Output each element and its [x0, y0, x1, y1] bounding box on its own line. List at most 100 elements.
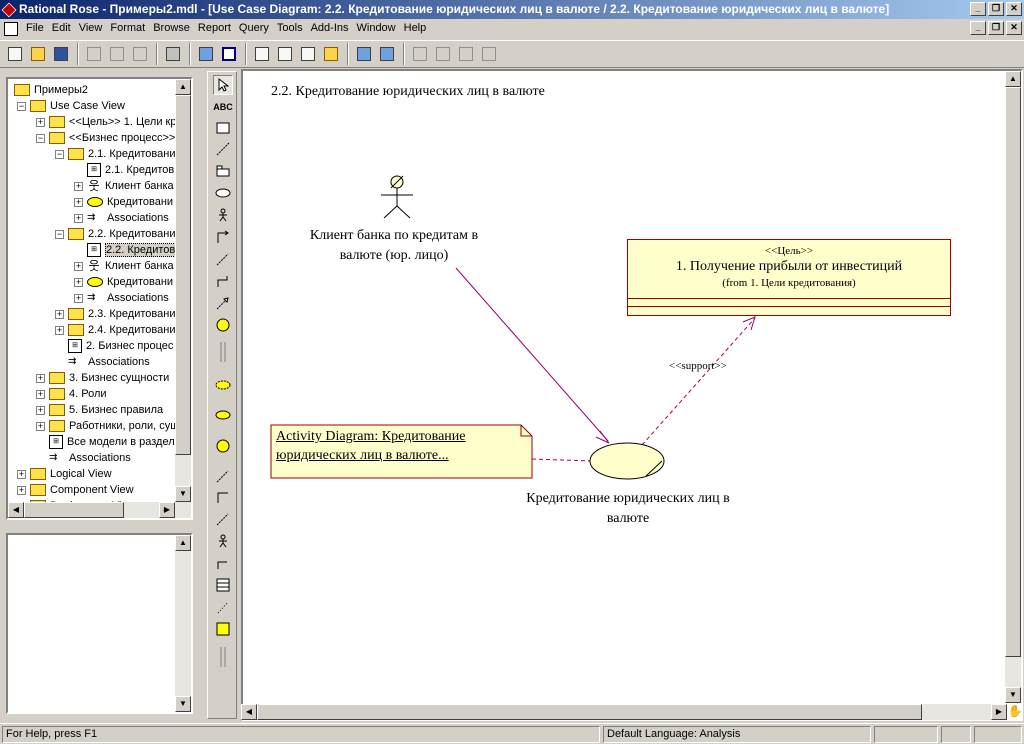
tree-item[interactable]: + ⇉ Associations	[74, 290, 169, 306]
tree-item[interactable]: ⊞ 2.2. Кредитов	[74, 242, 177, 258]
menu-query[interactable]: Query	[235, 19, 273, 38]
tree-item[interactable]: +4. Роли	[36, 386, 107, 402]
collapse-icon[interactable]: −	[55, 229, 64, 239]
menu-view[interactable]: View	[75, 19, 107, 38]
browser-vertical-scrollbar[interactable]: ▲ ▼	[175, 79, 191, 502]
scroll-up-icon[interactable]: ▲	[175, 535, 191, 551]
scroll-down-icon[interactable]: ▼	[1005, 687, 1021, 703]
scroll-right-icon[interactable]: ▶	[991, 704, 1007, 720]
canvas-horizontal-scrollbar[interactable]: ◀ ▶	[241, 704, 1007, 720]
child-minimize-button[interactable]: _	[970, 21, 986, 35]
browse-deployment-diagram-button[interactable]	[320, 43, 342, 65]
doc-vertical-scrollbar[interactable]: ▲ ▼	[175, 535, 191, 712]
fit-in-window-button[interactable]	[455, 43, 477, 65]
note-tool[interactable]	[213, 118, 233, 138]
actor-figure[interactable]	[381, 175, 413, 219]
new-button[interactable]	[4, 43, 26, 65]
collapse-icon[interactable]: −	[55, 149, 64, 159]
tree-item[interactable]: + Component View	[17, 482, 134, 498]
tree-item[interactable]: + Кредитовани	[74, 274, 173, 290]
note-line-2[interactable]: юридических лиц в валюте...	[276, 446, 466, 465]
tree-item[interactable]: + Кредитовани	[74, 194, 173, 210]
expand-icon[interactable]: +	[36, 373, 45, 383]
scroll-thumb[interactable]	[24, 502, 124, 518]
browse-class-diagram-button[interactable]	[251, 43, 273, 65]
use-case-label[interactable]: Кредитование юридических лиц в валюте	[513, 489, 743, 529]
tree-item[interactable]: ⊞ 2. Бизнес процес	[55, 338, 173, 354]
menu-add-ins[interactable]: Add-Ins	[307, 19, 353, 38]
dependency-2-tool[interactable]	[213, 466, 233, 486]
use-case-tool[interactable]	[213, 183, 233, 203]
expand-icon[interactable]: +	[74, 261, 83, 271]
scroll-right-icon[interactable]: ▶	[159, 502, 175, 518]
scroll-left-icon[interactable]: ◀	[241, 704, 257, 720]
scroll-down-icon[interactable]: ▼	[175, 696, 191, 712]
goal-class-box[interactable]: <<Цель>> 1. Получение прибыли от инвести…	[627, 239, 951, 316]
note-anchor-line[interactable]	[531, 458, 593, 462]
child-restore-button[interactable]: ❐	[988, 21, 1004, 35]
business-worker-tool[interactable]	[213, 436, 233, 456]
class-tool[interactable]	[213, 575, 233, 595]
collapse-icon[interactable]: −	[17, 101, 26, 111]
tree-item[interactable]: ⇉ Associations	[36, 450, 131, 466]
document-icon[interactable]	[4, 21, 18, 36]
actor-tool[interactable]	[213, 205, 233, 225]
browse-component-diagram-button[interactable]	[297, 43, 319, 65]
model-browser[interactable]: Примеры2− Use Case View + <<Цель>> 1. Цели …	[6, 77, 193, 520]
browse-interaction-diagram-button[interactable]	[274, 43, 296, 65]
print-button[interactable]	[162, 43, 184, 65]
expand-icon[interactable]: +	[74, 213, 83, 223]
menu-report[interactable]: Report	[194, 19, 235, 38]
tree-item[interactable]: + <<Цель>> 1. Цели кр	[36, 114, 176, 130]
tree-item[interactable]: ⊞ 2.1. Кредитов	[74, 162, 174, 178]
anchor-note-tool[interactable]	[213, 139, 233, 159]
entity-tool[interactable]	[213, 619, 233, 639]
scroll-thumb[interactable]	[175, 95, 191, 455]
save-button[interactable]	[50, 43, 72, 65]
unidirectional-association-tool[interactable]	[213, 227, 233, 247]
tree-item[interactable]: + Logical View	[17, 466, 112, 482]
expand-icon[interactable]: +	[55, 325, 64, 335]
menu-format[interactable]: Format	[106, 19, 149, 38]
browser-horizontal-scrollbar[interactable]: ◀ ▶	[8, 502, 191, 518]
expand-icon[interactable]: +	[36, 405, 45, 415]
expand-icon[interactable]: +	[74, 181, 83, 191]
scroll-down-icon[interactable]: ▼	[175, 486, 191, 502]
tree-item[interactable]: − Use Case View	[17, 98, 125, 114]
association-tool[interactable]	[213, 487, 233, 507]
tree-item[interactable]: − <<Бизнес процесс>>	[36, 130, 175, 146]
undo-fit-button[interactable]	[478, 43, 500, 65]
expand-icon[interactable]: +	[36, 421, 45, 431]
scroll-up-icon[interactable]: ▲	[175, 79, 191, 95]
scroll-left-icon[interactable]: ◀	[8, 502, 24, 518]
zoom-in-button[interactable]	[409, 43, 431, 65]
expand-icon[interactable]: +	[17, 469, 26, 479]
browse-previous-button[interactable]	[376, 43, 398, 65]
paste-button[interactable]	[129, 43, 151, 65]
actor-label[interactable]: Клиент банка по кредитам в валюте (юр. л…	[288, 226, 500, 266]
open-button[interactable]	[27, 43, 49, 65]
cut-button[interactable]	[83, 43, 105, 65]
restore-button[interactable]: ❐	[988, 2, 1004, 16]
canvas-vertical-scrollbar[interactable]: ▲ ▼	[1005, 71, 1021, 703]
expand-icon[interactable]: +	[36, 389, 45, 399]
dependency-tool[interactable]	[213, 249, 233, 269]
generalization-tool[interactable]	[213, 271, 233, 291]
scroll-thumb[interactable]	[257, 704, 922, 720]
context-help-button[interactable]	[195, 43, 217, 65]
child-close-button[interactable]: ✕	[1006, 21, 1022, 35]
text-box-tool[interactable]: ABC	[213, 97, 233, 117]
association-line[interactable]	[455, 267, 610, 444]
documentation-pane[interactable]: ▲ ▼	[6, 533, 193, 714]
expand-icon[interactable]: +	[17, 485, 26, 495]
realize-2-tool[interactable]	[213, 509, 233, 529]
note-line-1[interactable]: Activity Diagram: Кредитование	[276, 427, 466, 446]
browse-parent-button[interactable]	[353, 43, 375, 65]
tree-item[interactable]: + Работники, роли, сущ	[36, 418, 179, 434]
view-documentation-button[interactable]	[218, 43, 240, 65]
selection-tool[interactable]	[213, 75, 233, 95]
menu-edit[interactable]: Edit	[48, 19, 75, 38]
use-case-ellipse[interactable]	[589, 442, 665, 480]
generalization-2-tool[interactable]	[213, 553, 233, 573]
tree-item[interactable]: ⇉ Associations	[55, 354, 150, 370]
